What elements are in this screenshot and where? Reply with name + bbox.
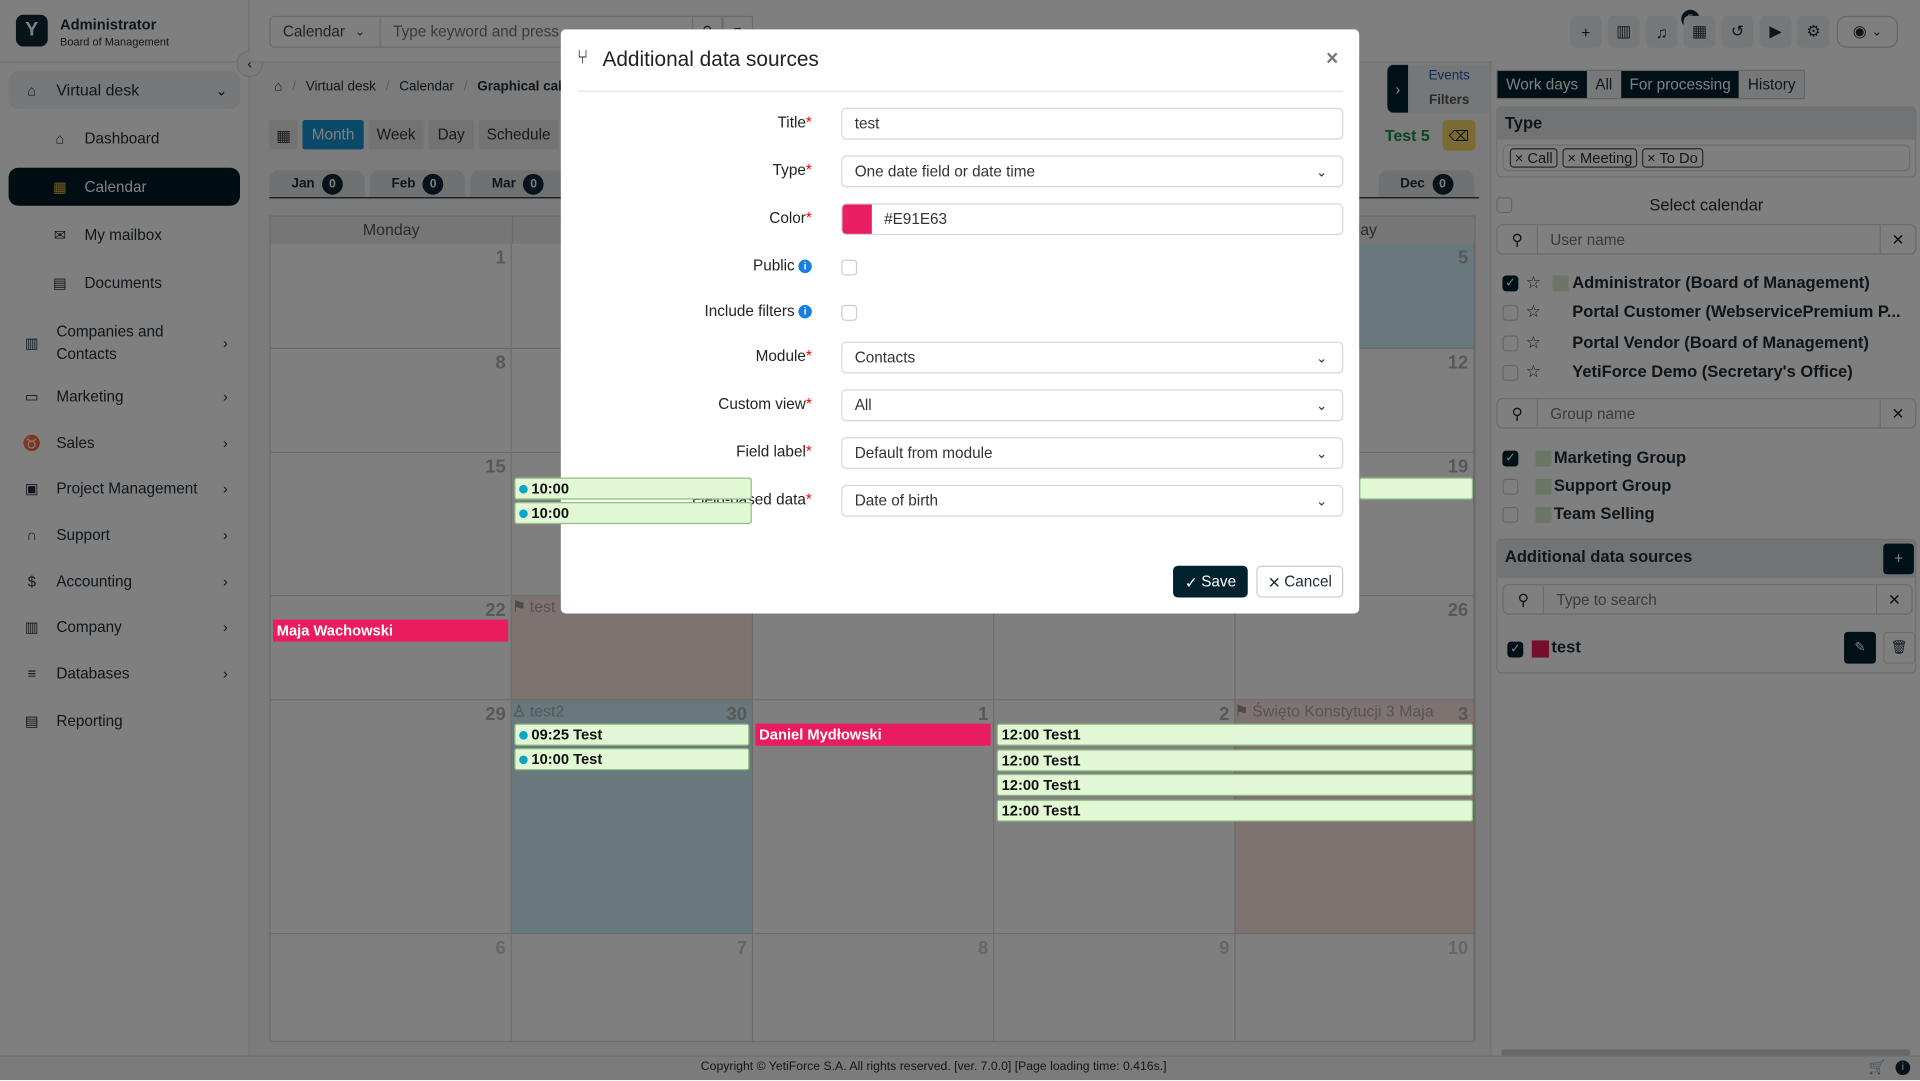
chevron-down-icon: ⌄ — [1316, 350, 1328, 366]
info-icon: i — [798, 305, 812, 319]
event-multiday-label: 12:00 Test1 — [1001, 801, 1081, 819]
type-value: One date field or date time — [854, 162, 1036, 181]
close-button[interactable]: × — [1326, 47, 1338, 71]
title-label: Title* — [777, 113, 812, 132]
event-multiday[interactable]: 12:00 Test1 — [996, 748, 1474, 771]
type-label: Type* — [772, 161, 812, 179]
chevron-down-icon: ⌄ — [1316, 446, 1328, 462]
chevron-down-icon: ⌄ — [1316, 494, 1328, 509]
title-input[interactable]: test — [841, 107, 1344, 140]
field-based-data-value: Date of birth — [854, 492, 939, 510]
event-label: 10:00 Test — [531, 750, 603, 768]
module-select[interactable]: Contacts ⌄ — [841, 341, 1344, 374]
chevron-down-icon: ⌄ — [1316, 398, 1328, 414]
event-birthday-label: Maja Wachowski — [276, 622, 393, 640]
event[interactable]: 09:25 Test — [514, 723, 750, 746]
color-swatch[interactable] — [842, 204, 872, 234]
close-icon: ✕ — [1267, 573, 1281, 591]
event-multiday[interactable]: 12:00 Test1 — [996, 723, 1474, 746]
info-icon: i — [798, 259, 812, 274]
custom-view-select[interactable]: All ⌄ — [841, 389, 1344, 422]
event-multiday-label: 12:00 Test1 — [1001, 751, 1081, 769]
event-dot-icon — [519, 484, 528, 493]
cancel-label: Cancel — [1284, 573, 1332, 591]
event-birthday[interactable]: Daniel Mydłowski — [755, 723, 991, 746]
event-multiday[interactable]: 12:00 Test1 — [996, 798, 1474, 822]
module-value: Contacts — [854, 348, 916, 367]
event-multiday-label: 12:00 Test1 — [1001, 776, 1081, 794]
event-dot-icon — [519, 730, 528, 739]
event-multiday[interactable] — [1359, 477, 1474, 500]
event-dot-icon — [519, 508, 528, 518]
chevron-down-icon: ⌄ — [1316, 164, 1328, 180]
event[interactable]: 10:00 — [514, 477, 752, 500]
module-label: Module* — [755, 347, 812, 365]
type-select[interactable]: One date field or date time ⌄ — [841, 155, 1344, 188]
field-label-value: Default from module — [854, 444, 993, 462]
modal-title: Additional data sources — [602, 47, 819, 72]
color-label: Color* — [769, 209, 812, 227]
app: Y Administrator Board of Management ⌂Vir… — [0, 0, 1920, 1081]
event-birthday-label: Daniel Mydłowski — [759, 726, 882, 744]
color-input[interactable]: #E91E63 — [841, 203, 1344, 236]
event-label: 10:00 — [531, 504, 570, 522]
event[interactable]: 10:00 Test — [514, 748, 750, 771]
event-multiday[interactable]: 12:00 Test1 — [996, 773, 1474, 796]
cancel-button[interactable]: ✕ Cancel — [1256, 565, 1344, 598]
check-icon: ✓ — [1184, 573, 1198, 591]
color-value: #E91E63 — [884, 210, 948, 228]
save-label: Save — [1201, 573, 1237, 591]
event-multiday-label: 12:00 Test1 — [1001, 726, 1081, 744]
field-based-data-select[interactable]: Date of birth ⌄ — [841, 484, 1344, 517]
custom-view-value: All — [854, 396, 872, 414]
modal-divider — [577, 90, 1344, 92]
save-button[interactable]: ✓ Save — [1173, 565, 1248, 598]
public-label: Public i — [753, 257, 812, 274]
event-birthday[interactable]: Maja Wachowski — [273, 619, 509, 642]
field-label-select[interactable]: Default from module ⌄ — [841, 437, 1344, 469]
custom-view-label: Custom view* — [718, 395, 812, 413]
event-label: 09:25 Test — [531, 726, 603, 744]
event-dot-icon — [519, 754, 528, 764]
include-filters-checkbox[interactable] — [841, 304, 858, 321]
field-label-label: Field label* — [736, 443, 812, 461]
event[interactable]: 10:00 — [514, 502, 752, 525]
public-checkbox[interactable] — [841, 259, 858, 276]
branch-icon: ⑂ — [576, 47, 589, 69]
event-label: 10:00 — [531, 480, 570, 498]
include-filters-label: Include filters i — [705, 302, 812, 320]
additional-data-sources-modal: ⑂ Additional data sources × Title* test … — [560, 29, 1360, 614]
